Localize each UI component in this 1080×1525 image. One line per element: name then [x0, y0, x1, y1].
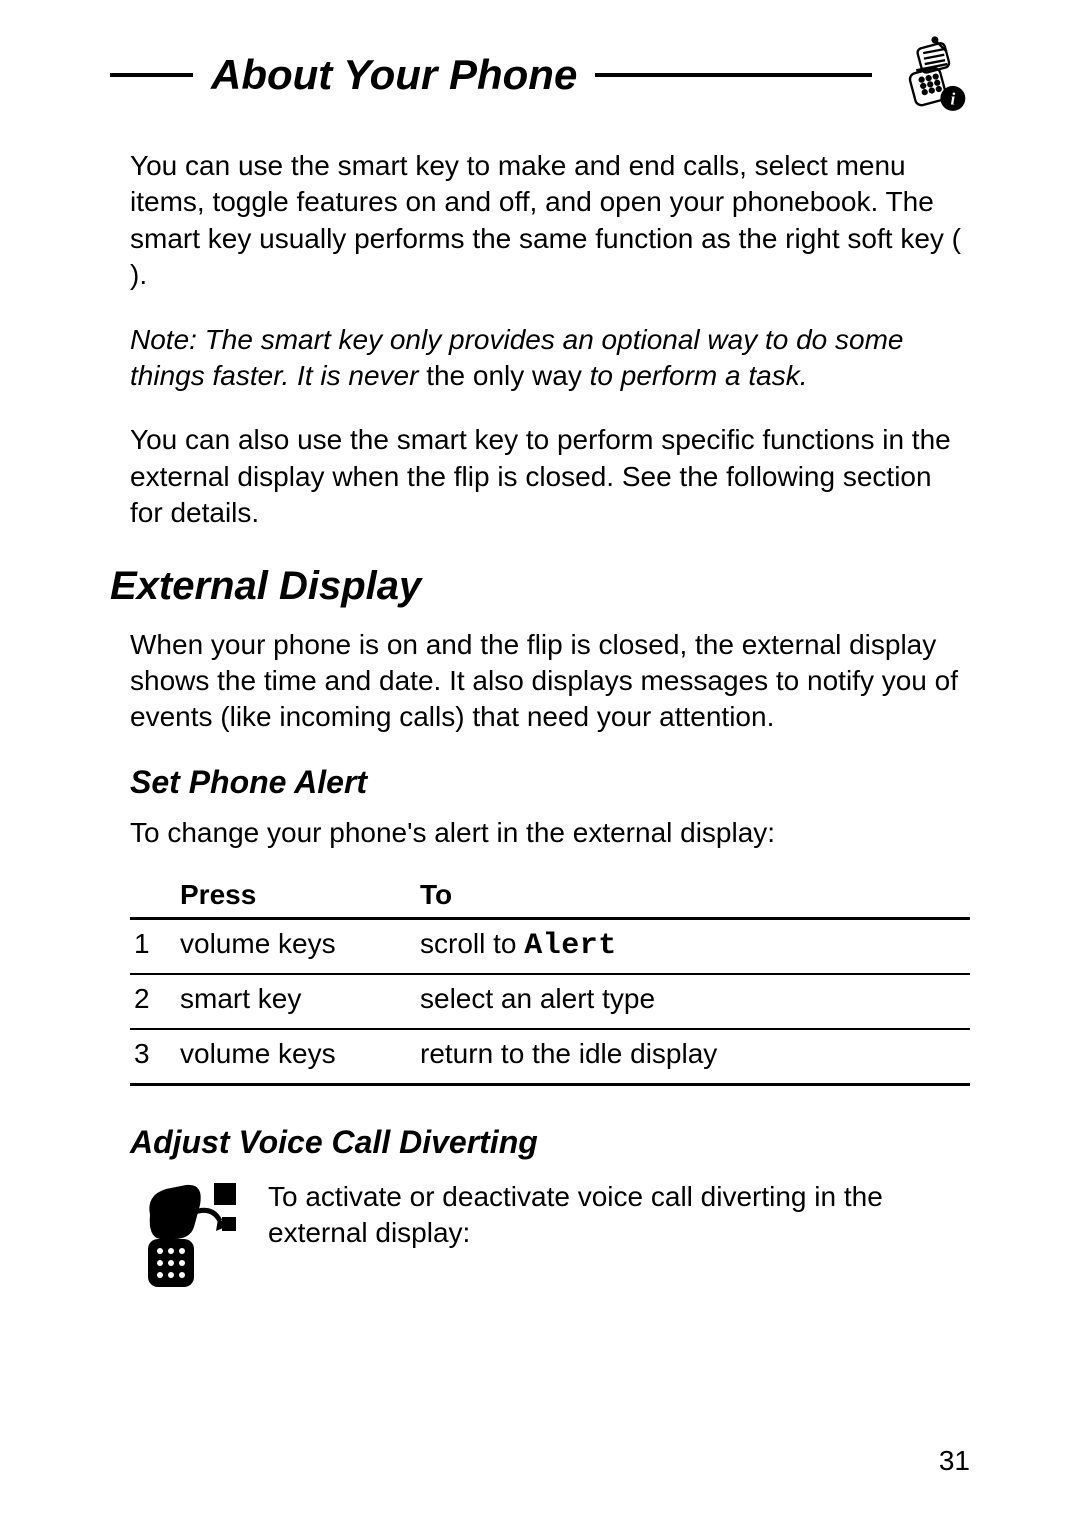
intro-paragraph: You can use the smart key to make and en…: [130, 148, 970, 294]
page-title: About Your Phone: [207, 51, 581, 99]
row-to-mono: Alert: [524, 929, 617, 963]
row-num: 2: [130, 983, 180, 1018]
header-rule-right: [595, 73, 872, 77]
note-paragraph: Note: The smart key only provides an opt…: [130, 322, 970, 395]
row-to-lead: return to the idle display: [420, 1038, 717, 1069]
diverting-row: To activate or deactivate voice call div…: [130, 1175, 970, 1295]
external-display-paragraph: When your phone is on and the flip is cl…: [130, 627, 970, 736]
set-alert-intro: To change your phone's alert in the exte…: [130, 815, 970, 851]
row-to-lead: select an alert type: [420, 983, 655, 1014]
phone-divert-icon: [130, 1175, 250, 1295]
page-header: About Your Phone: [110, 36, 970, 114]
page-number: 31: [939, 1445, 970, 1477]
row-num: 3: [130, 1038, 180, 1073]
note-mid: the only way: [426, 360, 582, 391]
row-to: scroll to Alert: [420, 928, 970, 963]
header-to: To: [420, 879, 970, 911]
row-press: volume keys: [180, 928, 420, 963]
phone-info-icon: i: [892, 36, 970, 114]
header-rule-left: [110, 73, 193, 77]
heading-external-display: External Display: [110, 564, 970, 609]
row-press: smart key: [180, 983, 420, 1018]
instruction-table: Press To 1 volume keys scroll to Alert 2…: [130, 879, 970, 1086]
row-to-lead: scroll to: [420, 928, 524, 959]
body-column: You can use the smart key to make and en…: [110, 148, 970, 532]
manual-page: About Your Phone: [0, 0, 1080, 1525]
table-header: Press To: [130, 879, 970, 920]
row-num: 1: [130, 928, 180, 963]
svg-text:i: i: [950, 90, 955, 109]
heading-set-phone-alert: Set Phone Alert: [130, 764, 970, 801]
intro2-paragraph: You can also use the smart key to perfor…: [130, 422, 970, 531]
header-press: Press: [180, 879, 420, 911]
heading-adjust-diverting: Adjust Voice Call Diverting: [130, 1124, 970, 1161]
table-row: 1 volume keys scroll to Alert: [130, 920, 970, 975]
row-press: volume keys: [180, 1038, 420, 1073]
note-tail: to perform a task.: [582, 360, 808, 391]
external-display-body: When your phone is on and the flip is cl…: [110, 627, 970, 1296]
table-row: 3 volume keys return to the idle display: [130, 1030, 970, 1086]
diverting-body: To activate or deactivate voice call div…: [268, 1175, 970, 1252]
row-to: return to the idle display: [420, 1038, 970, 1073]
row-to: select an alert type: [420, 983, 970, 1018]
table-row: 2 smart key select an alert type: [130, 975, 970, 1030]
